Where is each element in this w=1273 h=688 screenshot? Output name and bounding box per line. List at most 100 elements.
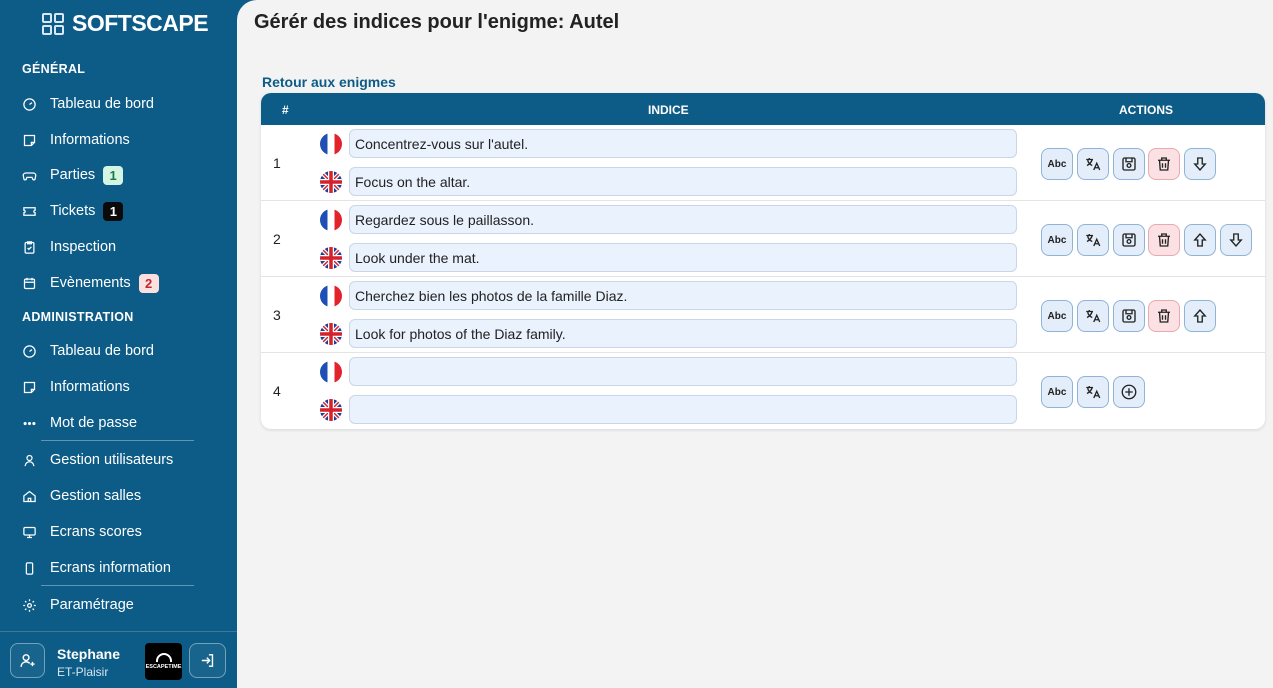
flag-fr-icon [320,133,342,155]
translate-icon [1086,158,1101,171]
sidebar-item-gestion-utilisateurs[interactable]: Gestion utilisateurs [0,445,237,475]
spellcheck-icon: Abc [1047,234,1067,246]
save-button[interactable] [1113,300,1145,332]
translate-button[interactable] [1077,148,1109,180]
flag-gb-icon [320,171,342,193]
move-down-button[interactable] [1220,224,1252,256]
sidebar-item-label: Tableau de bord [50,96,154,112]
hint-en-input[interactable] [349,243,1017,272]
dashboard-icon [21,343,37,359]
translate-icon [1086,310,1101,323]
translate-icon [1086,386,1101,399]
row-number: 3 [273,307,281,323]
hint-fr-input[interactable] [349,129,1017,158]
table-row: 4 Abc [261,353,1265,429]
translate-button[interactable] [1077,224,1109,256]
monitor-icon [21,524,37,540]
translate-button[interactable] [1077,300,1109,332]
sidebar-item-gestion-salles[interactable]: Gestion salles [0,481,237,511]
sidebar-item-parties[interactable]: Parties 1 [0,160,237,190]
column-header-num: # [282,103,289,117]
calendar-icon [21,275,37,291]
save-icon [1122,309,1136,323]
user-plus-icon [20,654,35,667]
user-name: Stephane [57,646,121,662]
sidebar-item-general-informations[interactable]: Informations [0,125,237,155]
flag-fr-icon [320,285,342,307]
password-dots-icon [21,415,37,431]
logo-grid-icon [42,12,64,35]
hint-fr-input[interactable] [349,205,1017,234]
spellcheck-button[interactable]: Abc [1041,224,1073,256]
sidebar-item-general-dashboard[interactable]: Tableau de bord [0,89,237,119]
hint-en-input[interactable] [349,319,1017,348]
move-up-button[interactable] [1184,300,1216,332]
spellcheck-button[interactable]: Abc [1041,300,1073,332]
move-down-button[interactable] [1184,148,1216,180]
delete-button[interactable] [1148,224,1180,256]
sidebar-item-parametrage[interactable]: Paramétrage [0,590,237,620]
arrow-up-icon [1193,232,1207,247]
sidebar-item-admin-dashboard[interactable]: Tableau de bord [0,336,237,366]
logout-icon [201,654,214,667]
add-user-button[interactable] [10,643,45,678]
sidebar-item-evenements[interactable]: Evènements 2 [0,268,237,298]
translate-icon [1086,234,1101,247]
hint-fr-input[interactable] [349,357,1017,386]
sidebar-item-ecrans-scores[interactable]: Ecrans scores [0,517,237,547]
save-button[interactable] [1113,224,1145,256]
sidebar-item-label: Gestion utilisateurs [50,452,174,468]
hint-en-input[interactable] [349,167,1017,196]
spellcheck-button[interactable]: Abc [1041,376,1073,408]
sidebar-item-inspection[interactable]: Inspection [0,232,237,262]
sidebar-item-mot-de-passe[interactable]: Mot de passe [0,408,237,438]
sidebar-item-label: Informations [50,132,130,148]
plus-circle-icon [1121,384,1137,400]
sidebar-item-label: Informations [50,379,130,395]
move-up-button[interactable] [1184,224,1216,256]
sidebar-item-ecrans-information[interactable]: Ecrans information [0,553,237,583]
sidebar-divider [41,585,194,586]
table-row: 2 Abc [261,201,1265,277]
trash-icon [1158,309,1170,323]
brand-name: SOFTSCAPE [72,10,209,36]
save-button[interactable] [1113,148,1145,180]
hint-en-input[interactable] [349,395,1017,424]
brand-logo[interactable]: SOFTSCAPE [42,10,209,37]
venue-logo-text: ESCAPETIME [145,664,182,670]
home-icon [21,488,37,504]
sidebar-item-label: Parties [50,167,96,183]
column-header-hint: INDICE [648,103,689,117]
flag-fr-icon [320,209,342,231]
table-row: 1 Abc [261,125,1265,201]
dashboard-icon [21,96,37,112]
user-icon [21,452,37,468]
spellcheck-icon: Abc [1047,310,1067,322]
sidebar-item-admin-informations[interactable]: Informations [0,372,237,402]
trash-icon [1158,233,1170,247]
sidebar-item-tickets[interactable]: Tickets 1 [0,196,237,226]
tickets-count-badge: 1 [103,201,124,221]
section-title-general: GÉNÉRAL [22,62,86,76]
delete-button[interactable] [1148,300,1180,332]
arrow-up-icon [1193,308,1207,323]
spellcheck-button[interactable]: Abc [1041,148,1073,180]
translate-button[interactable] [1077,376,1109,408]
settings-icon [21,597,37,613]
sidebar-item-label: Mot de passe [50,415,138,431]
delete-button[interactable] [1148,148,1180,180]
hint-fr-input[interactable] [349,281,1017,310]
section-title-administration: ADMINISTRATION [22,310,134,324]
row-number: 2 [273,231,281,247]
flag-gb-icon [320,247,342,269]
logout-button[interactable] [189,643,226,678]
sidebar-item-label: Tickets [50,203,96,219]
save-icon [1122,233,1136,247]
info-card-icon [21,132,37,148]
back-to-enigmas-link[interactable]: Retour aux enigmes [262,74,396,90]
dome-icon [155,653,172,662]
add-hint-button[interactable] [1113,376,1145,408]
sidebar-item-label: Paramétrage [50,597,134,613]
venue-logo[interactable]: ESCAPETIME [145,643,182,680]
flag-gb-icon [320,323,342,345]
